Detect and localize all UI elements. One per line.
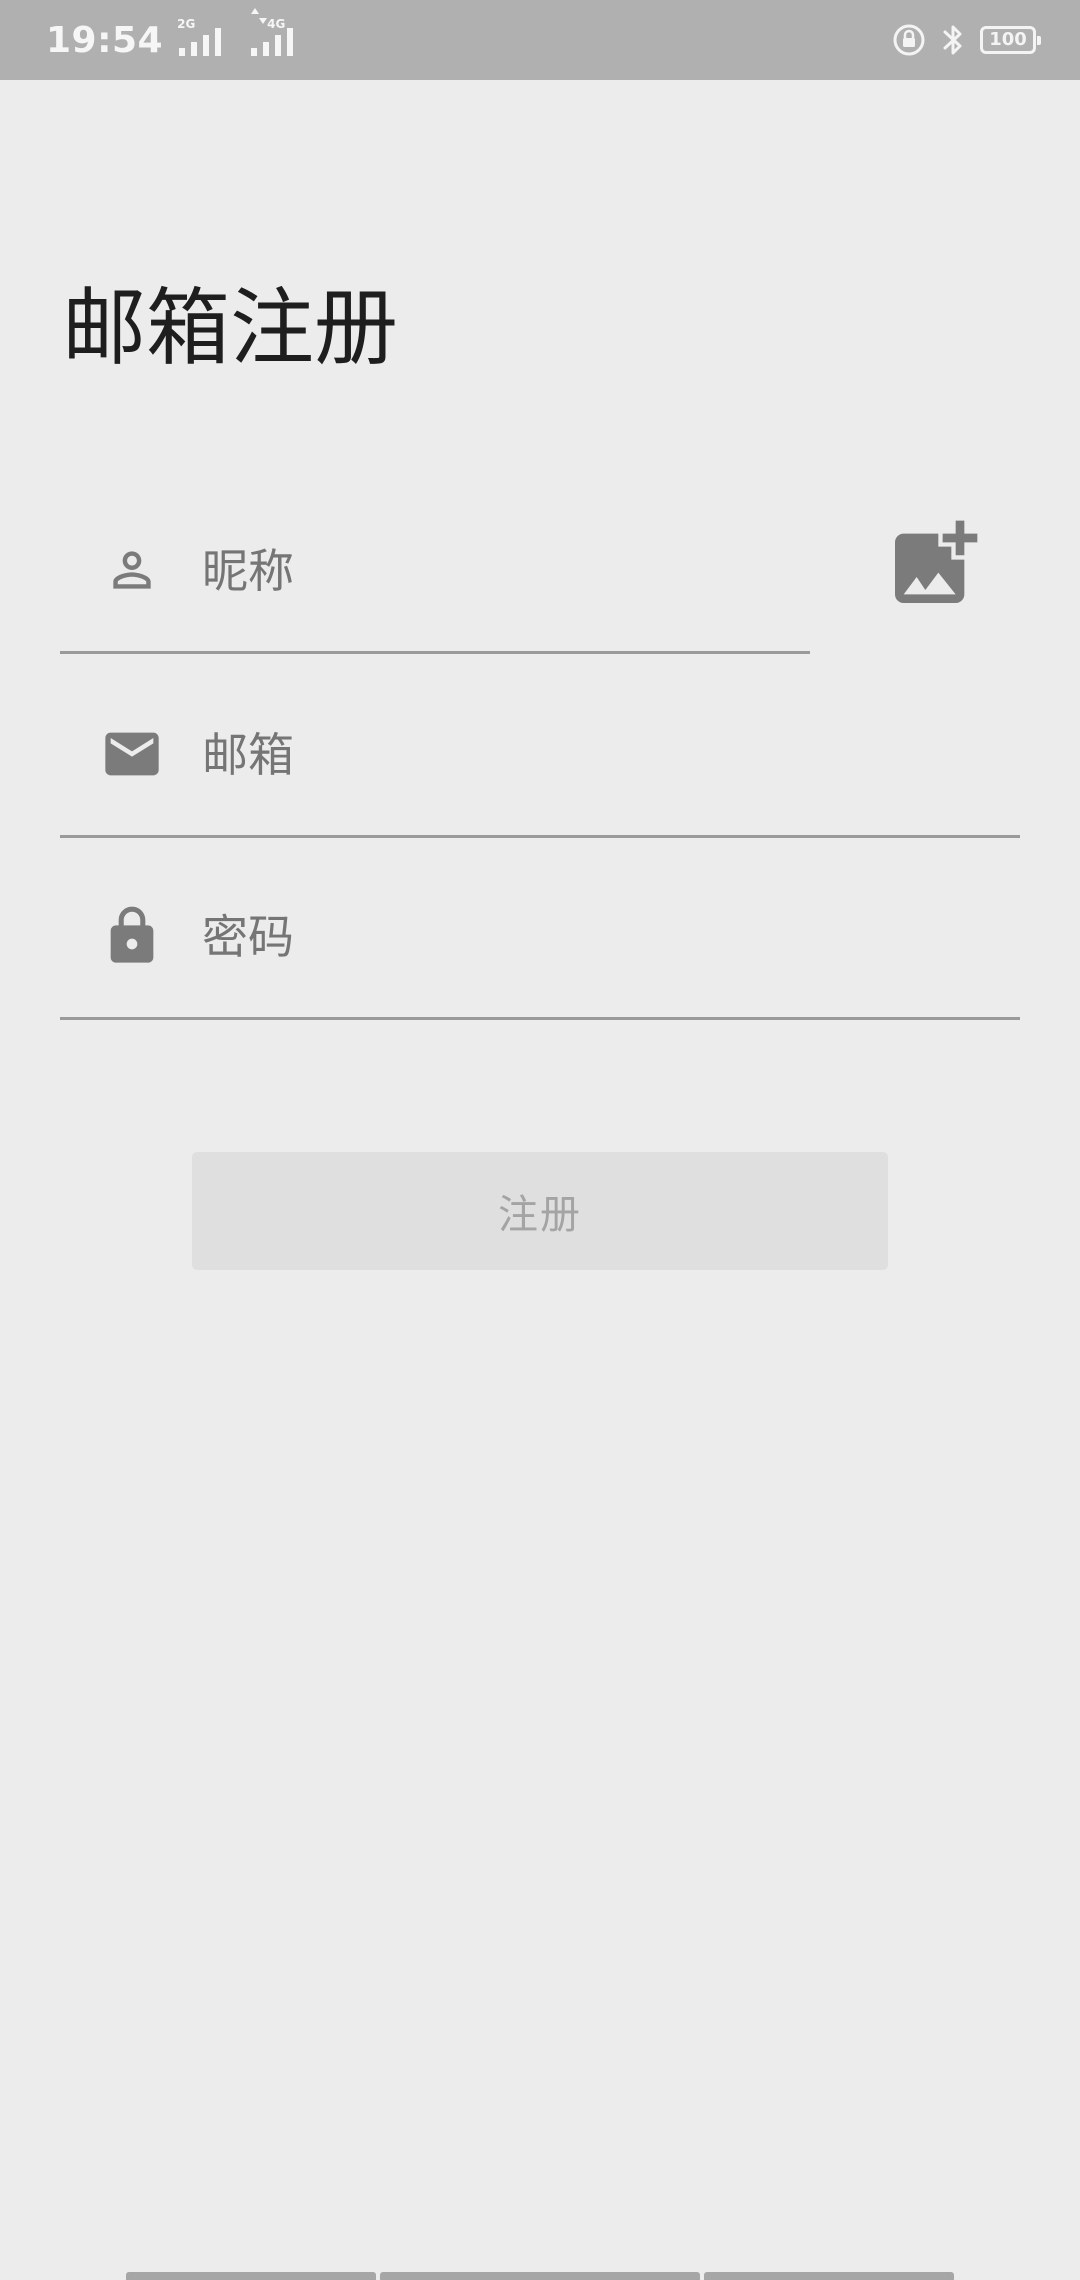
lock-icon	[100, 904, 164, 968]
status-time: 19:54	[46, 19, 164, 61]
email-underline	[60, 835, 1020, 838]
battery-icon: 100	[980, 26, 1041, 54]
battery-level: 100	[989, 29, 1027, 50]
email-field	[60, 668, 1020, 838]
password-underline	[60, 1017, 1020, 1020]
email-input[interactable]	[202, 710, 1020, 800]
add-photo-button[interactable]	[878, 508, 990, 620]
password-field	[60, 850, 1020, 1020]
signal-icon-sim2: 4G	[249, 8, 307, 62]
rotation-lock-icon	[893, 24, 925, 56]
mail-icon	[100, 722, 164, 786]
signal-bars-icon	[179, 28, 222, 56]
signal-bars-icon	[251, 8, 294, 56]
add-photo-icon	[895, 520, 978, 603]
person-icon	[100, 538, 164, 602]
page-title: 邮箱注册	[62, 279, 399, 377]
status-left: 19:54 2G 4G	[46, 0, 307, 80]
status-right: 100	[892, 0, 1041, 80]
nickname-underline	[60, 651, 810, 654]
nickname-field	[60, 484, 810, 654]
password-input[interactable]	[202, 892, 1020, 982]
signal-icon-sim1: 2G	[177, 18, 235, 62]
nav-segment-center[interactable]	[380, 2272, 700, 2280]
bluetooth-icon	[943, 25, 962, 55]
register-button[interactable]: 注册	[192, 1152, 888, 1270]
nav-segment-right[interactable]	[704, 2272, 954, 2280]
nickname-input[interactable]	[202, 526, 810, 616]
status-bar: 19:54 2G 4G 100	[0, 0, 1080, 80]
navigation-bar	[0, 2270, 1080, 2280]
data-arrows-icon	[251, 8, 268, 24]
nav-segment-left[interactable]	[126, 2272, 376, 2280]
